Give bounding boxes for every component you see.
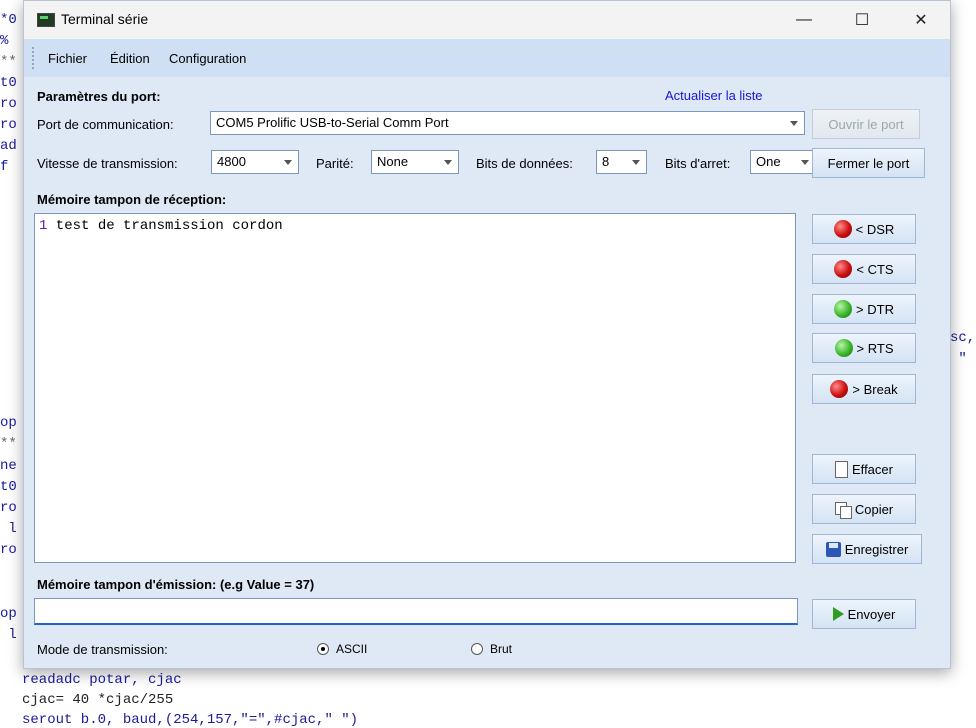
copy-button[interactable]: Copier (812, 494, 916, 524)
code-fragment: ad (0, 138, 17, 154)
copy-label: Copier (854, 501, 894, 517)
send-label: Envoyer (847, 606, 896, 622)
databits-label: Bits de données: (476, 156, 573, 171)
save-label: Enregistrer (844, 541, 909, 557)
mode-label: Mode de transmission: (37, 642, 168, 657)
parity-value: None (377, 154, 409, 169)
databits-value: 8 (602, 154, 610, 169)
code-fragment: % (0, 33, 17, 49)
close-port-label: Fermer le port (827, 155, 910, 171)
port-section-title: Paramètres du port: (37, 89, 161, 104)
close-port-button[interactable]: Fermer le port (812, 148, 925, 178)
code-fragment: ne (0, 458, 17, 474)
databits-select[interactable]: 8 (596, 150, 647, 174)
code-line: serout b.0, baud,(254,157,"=",#cjac," ") (22, 712, 359, 728)
send-buffer-title: Mémoire tampon d'émission: (e.g Value = … (37, 577, 315, 592)
receive-buffer-title: Mémoire tampon de réception: (37, 192, 227, 207)
rts-led-icon (834, 339, 853, 357)
chevron-down-icon (444, 160, 452, 165)
code-fragment: op (0, 415, 17, 431)
stopbits-select[interactable]: One (750, 150, 816, 174)
receive-line-text: test de transmission cordon (47, 218, 283, 234)
code-fragment: *0 (0, 12, 17, 28)
chevron-down-icon (801, 160, 809, 165)
clear-button[interactable]: Effacer (812, 454, 916, 484)
comm-port-select[interactable]: COM5 Prolific USB-to-Serial Comm Port (210, 111, 805, 135)
send-button[interactable]: Envoyer (812, 599, 916, 629)
code-fragment: " (950, 351, 967, 367)
chevron-down-icon (284, 160, 292, 165)
code-fragment: l (0, 627, 17, 643)
code-fragment: ro (0, 542, 17, 558)
speed-select[interactable]: 4800 (211, 150, 299, 174)
menu-fichier[interactable]: Fichier (48, 51, 87, 66)
chevron-down-icon (632, 160, 640, 165)
break-led-icon (830, 380, 849, 398)
send-input[interactable] (34, 598, 798, 625)
refresh-list-link[interactable]: Actualiser la liste (665, 88, 763, 103)
cts-label: < CTS (856, 261, 894, 277)
code-fragment: ro (0, 117, 17, 133)
dsr-label: < DSR (855, 221, 895, 237)
menu-grip (32, 47, 36, 69)
ascii-label: ASCII (336, 642, 368, 656)
code-fragment: t0 (0, 479, 17, 495)
copy-icon (834, 501, 852, 519)
close-button[interactable]: ✕ (898, 1, 944, 39)
maximize-button[interactable]: ☐ (839, 1, 885, 39)
dtr-led-icon (834, 300, 853, 318)
menu-bar: Fichier Édition Configuration (24, 39, 950, 77)
code-fragment: t0 (0, 75, 17, 91)
brut-radio[interactable] (471, 643, 483, 655)
comm-port-value: COM5 Prolific USB-to-Serial Comm Port (216, 115, 449, 130)
break-button[interactable]: > Break (812, 374, 916, 404)
code-fragment: ** (0, 436, 17, 452)
stopbits-value: One (756, 154, 781, 169)
comm-port-label: Port de communication: (37, 117, 174, 132)
rts-button[interactable]: > RTS (812, 333, 916, 363)
rts-label: > RTS (856, 340, 894, 356)
cts-button[interactable]: < CTS (812, 254, 916, 284)
brut-label: Brut (490, 642, 513, 656)
title-bar[interactable]: Terminal série — ☐ ✕ (24, 1, 950, 39)
dsr-led-icon (833, 220, 852, 238)
speed-value: 4800 (217, 154, 246, 169)
chevron-down-icon (790, 121, 798, 126)
terminal-window: Terminal série — ☐ ✕ Fichier Édition Con… (23, 0, 951, 669)
terminal-app-icon (37, 13, 55, 27)
dtr-button[interactable]: > DTR (812, 294, 916, 324)
dtr-label: > DTR (856, 301, 894, 317)
code-line: cjac= 40 *cjac/255 (22, 692, 174, 708)
code-fragment: ro (0, 96, 17, 112)
document-icon (835, 460, 849, 478)
code-fragment: ** (0, 54, 17, 70)
code-fragment: l (0, 521, 17, 537)
parity-label: Parité: (316, 156, 354, 171)
break-label: > Break (852, 381, 898, 397)
clear-label: Effacer (852, 461, 893, 477)
code-fragment: ro (0, 500, 17, 516)
cts-led-icon (834, 260, 853, 278)
code-line: readadc potar, cjac (22, 672, 182, 688)
parity-select[interactable]: None (371, 150, 459, 174)
speed-label: Vitesse de transmission: (37, 156, 178, 171)
open-port-label: Ouvrir le port (828, 116, 904, 132)
floppy-disk-icon (825, 541, 841, 557)
stopbits-label: Bits d'arret: (665, 156, 731, 171)
window-title: Terminal série (61, 11, 149, 27)
code-fragment: sc, (950, 330, 976, 346)
dsr-button[interactable]: < DSR (812, 214, 916, 244)
receive-buffer[interactable]: 1 test de transmission cordon (34, 213, 796, 563)
receive-text: 1 test de transmission cordon (39, 218, 283, 234)
ascii-radio[interactable] (317, 643, 329, 655)
code-fragment: op (0, 606, 17, 622)
minimize-button[interactable]: — (781, 1, 827, 39)
save-button[interactable]: Enregistrer (812, 534, 922, 564)
code-fragment: f (0, 159, 17, 175)
play-icon (832, 607, 844, 621)
menu-edition[interactable]: Édition (110, 51, 150, 66)
open-port-button[interactable]: Ouvrir le port (812, 109, 920, 139)
menu-configuration[interactable]: Configuration (169, 51, 246, 66)
main-panel: Paramètres du port: Actualiser la liste … (24, 77, 950, 668)
